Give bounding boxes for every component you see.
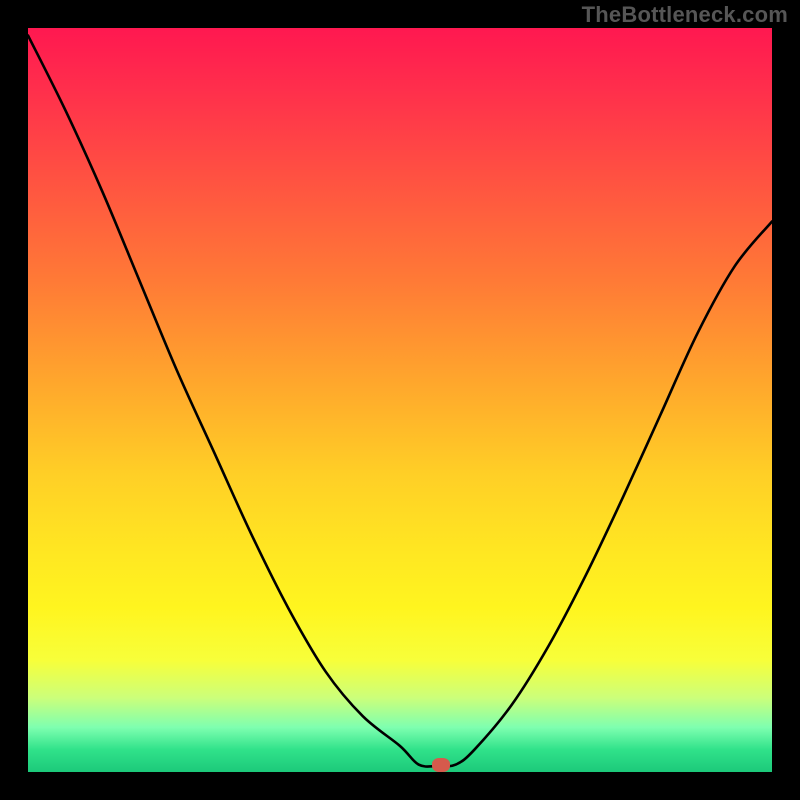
optimal-point-marker [432,758,450,772]
chart-frame: TheBottleneck.com [0,0,800,800]
plot-area [28,28,772,772]
watermark-text: TheBottleneck.com [582,2,788,28]
bottleneck-curve [28,28,772,772]
